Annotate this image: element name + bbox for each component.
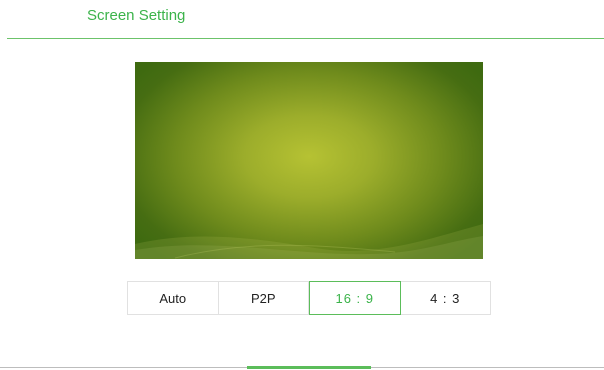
- ratio-16-9-button[interactable]: 16 : 9: [309, 281, 401, 315]
- page-title: Screen Setting: [87, 7, 186, 24]
- header-divider: [7, 38, 604, 39]
- page-indicator: [247, 366, 371, 369]
- aspect-ratio-selector: Auto P2P 16 : 9 4 : 3: [127, 281, 491, 315]
- preview-wave-decoration: [135, 224, 483, 259]
- ratio-4-3-button[interactable]: 4 : 3: [401, 282, 491, 314]
- ratio-p2p-button[interactable]: P2P: [219, 282, 309, 314]
- screen-setting-page: Screen Setting Auto P2P 16 : 9 4 : 3: [0, 0, 604, 370]
- ratio-auto-button[interactable]: Auto: [128, 282, 219, 314]
- screen-preview: [135, 62, 483, 259]
